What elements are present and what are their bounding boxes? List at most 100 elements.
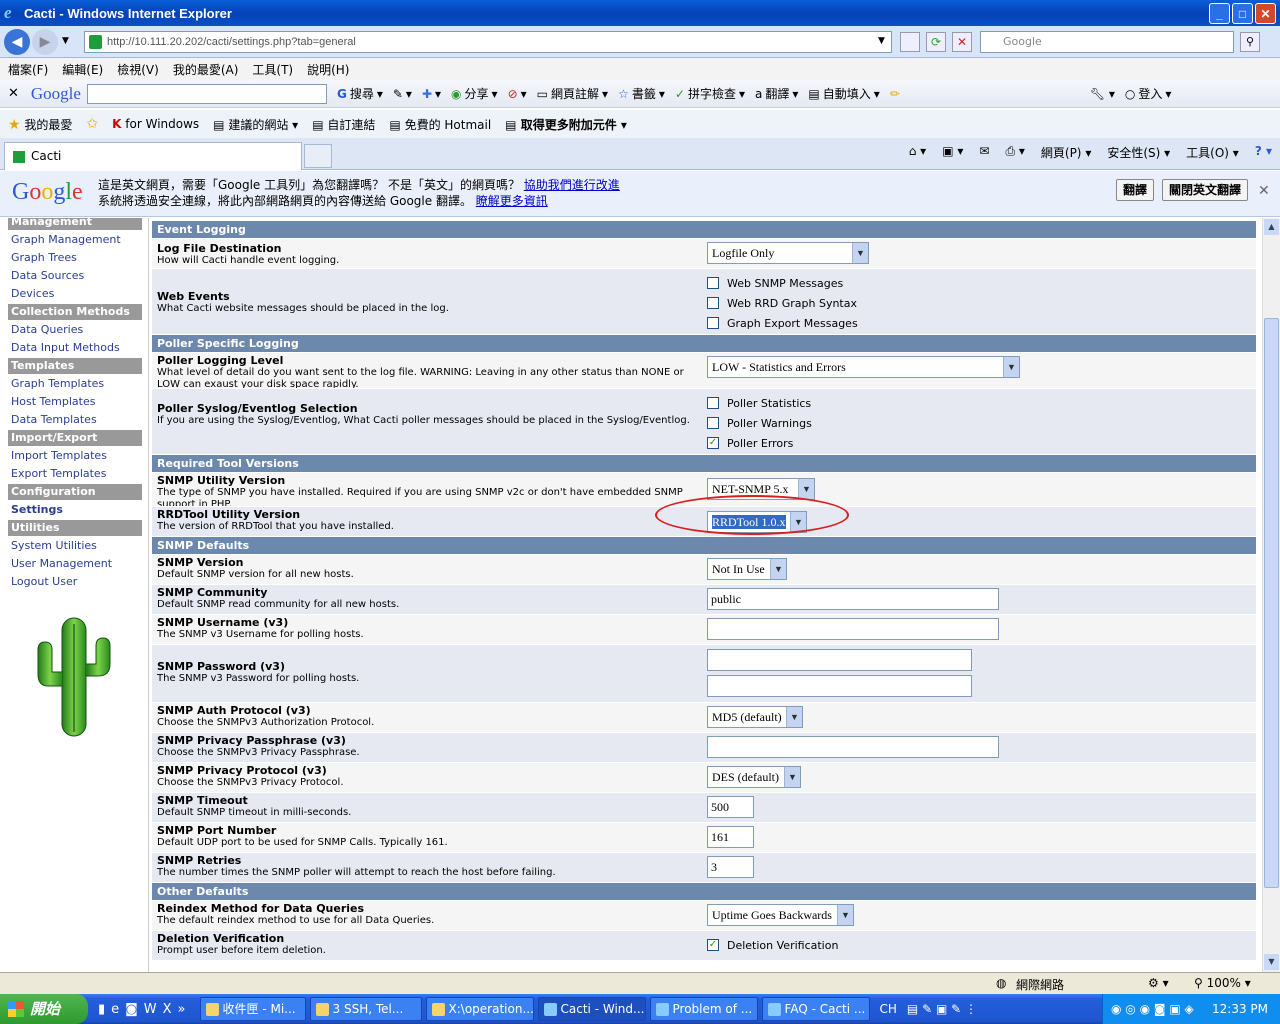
web-rrd-checkbox[interactable]: Web RRD Graph Syntax (707, 293, 858, 313)
web-snmp-checkbox[interactable]: Web SNMP Messages (707, 273, 858, 293)
scroll-thumb[interactable] (1264, 318, 1279, 888)
sidebar-item-export-templates[interactable]: Export Templates (8, 466, 142, 484)
snmp-auth-select[interactable]: MD5 (default) ▼ (707, 706, 803, 728)
snmp-retries-input[interactable]: 3 (707, 856, 754, 878)
quick-launch-word-icon[interactable]: W (144, 1002, 157, 1017)
sidebar-item-data-sources[interactable]: Data Sources (8, 268, 142, 286)
toolbar-news-button[interactable]: ✎ ▾ (393, 87, 412, 101)
print-icon[interactable]: ⎙ ▾ (1005, 144, 1024, 161)
task-inbox[interactable]: 收件匣 - Mi... (199, 997, 306, 1021)
url-input[interactable]: http://10.111.20.202/cacti/settings.php?… (84, 31, 892, 53)
sidebar-item-system-utilities[interactable]: System Utilities (8, 538, 142, 556)
search-input[interactable]: Google (980, 31, 1234, 53)
task-cacti[interactable]: Cacti - Wind... (537, 997, 646, 1021)
history-dropdown-icon[interactable]: ▼ (62, 36, 69, 46)
feeds-icon[interactable]: ▣ ▾ (942, 144, 963, 161)
sidebar-item-import-templates[interactable]: Import Templates (8, 448, 142, 466)
poller-warnings-checkbox[interactable]: Poller Warnings (707, 413, 812, 433)
quick-launch-desktop-icon[interactable]: ▮ (98, 1002, 105, 1017)
google-toolbar-search-input[interactable] (86, 83, 327, 104)
fav-custom-links[interactable]: ▤ 自訂連結 (312, 116, 375, 133)
settings-wrench-icon[interactable]: 🔧︎ ▾ (1090, 87, 1115, 101)
graph-export-checkbox[interactable]: Graph Export Messages (707, 313, 858, 333)
snmp-priv-pass-input[interactable] (707, 736, 999, 758)
snmp-priv-proto-select[interactable]: DES (default) ▼ (707, 766, 801, 788)
compat-view-icon[interactable] (900, 32, 920, 52)
poller-errors-checkbox[interactable]: ✓ Poller Errors (707, 433, 812, 453)
sidebar-item-graph-trees[interactable]: Graph Trees (8, 250, 142, 268)
stop-icon[interactable]: ✕ (952, 32, 972, 52)
quick-launch-excel-icon[interactable]: X (163, 1002, 172, 1017)
task-faq[interactable]: FAQ - Cacti ... (761, 997, 870, 1021)
toolbar-spellcheck-button[interactable]: ✓ 拼字檢查 ▾ (675, 85, 745, 102)
fav-suggested-sites[interactable]: ▤ 建議的網站 ▾ (213, 116, 298, 133)
start-button[interactable]: 開始 (0, 994, 88, 1024)
cmd-safety[interactable]: 安全性(S) ▾ (1107, 144, 1170, 161)
sidebar-item-settings[interactable]: Settings (8, 502, 142, 520)
tray-icons[interactable]: ◉ ◎ ◉ ◙ ▣ ◈ (1111, 994, 1194, 1024)
snmp-username-input[interactable] (707, 618, 999, 640)
language-indicator[interactable]: CH (880, 1002, 897, 1016)
toolbar-bookmarks-button[interactable]: ☆ 書籤 ▾ (618, 85, 665, 102)
snmp-community-input[interactable]: public (707, 588, 999, 610)
menu-tools[interactable]: 工具(T) (252, 61, 293, 78)
snmp-password-input[interactable] (707, 649, 972, 671)
menu-favorites[interactable]: 我的最愛(A) (173, 61, 239, 78)
sidebar-item-user-management[interactable]: User Management (8, 556, 142, 574)
mail-icon[interactable]: ✉ (979, 144, 989, 161)
protected-mode-icon[interactable]: ⚙ ▾ (1148, 976, 1169, 990)
toolbar-notes-button[interactable]: ▭ 網頁註解 ▾ (537, 85, 608, 102)
ime-icons[interactable]: ▤ ✎ ▣ ✎ ⋮ (907, 1002, 977, 1016)
learn-more-link[interactable]: 瞭解更多資訊 (476, 194, 548, 208)
cmd-page[interactable]: 網頁(P) ▾ (1041, 144, 1091, 161)
quick-launch-ie-icon[interactable]: e (111, 1002, 119, 1017)
reindex-select[interactable]: Uptime Goes Backwards ▼ (707, 904, 854, 926)
help-icon[interactable]: ? ▾ (1255, 144, 1272, 161)
sidebar-item-graph-templates[interactable]: Graph Templates (8, 376, 142, 394)
close-button[interactable]: ✕ (1255, 3, 1276, 24)
sidebar-item-data-templates[interactable]: Data Templates (8, 412, 142, 430)
toolbar-translate-button[interactable]: a 翻譯 ▾ (755, 85, 798, 102)
vertical-scrollbar[interactable]: ▲ ▼ (1262, 218, 1280, 972)
sidebar-item-data-input[interactable]: Data Input Methods (8, 340, 142, 358)
snmp-timeout-input[interactable]: 500 (707, 796, 754, 818)
zoom-control[interactable]: ⚲ 100% ▾ (1194, 976, 1251, 990)
url-dropdown-icon[interactable]: ▼ (878, 36, 885, 46)
search-icon[interactable]: ⚲ (1240, 32, 1260, 52)
task-explorer[interactable]: X:\operation... (425, 997, 534, 1021)
toolbar-close-icon[interactable]: ✕ (8, 86, 19, 101)
toolbar-search-button[interactable]: G 搜尋 ▾ (337, 85, 383, 102)
menu-help[interactable]: 說明(H) (307, 61, 349, 78)
add-favorite-icon[interactable]: ✩ (86, 116, 98, 132)
close-translate-button[interactable]: 關閉英文翻譯 (1162, 179, 1249, 201)
minimize-button[interactable]: _ (1209, 3, 1230, 24)
scroll-up-icon[interactable]: ▲ (1264, 219, 1279, 235)
home-icon[interactable]: ⌂ ▾ (909, 144, 926, 161)
poller-level-select[interactable]: LOW - Statistics and Errors ▼ (707, 356, 1020, 378)
toolbar-popup-button[interactable]: ⊘ ▾ (508, 87, 527, 101)
quick-launch-more-icon[interactable]: » (178, 1002, 186, 1017)
fav-addons[interactable]: ▤ 取得更多附加元件 ▾ (505, 116, 627, 133)
sidebar-item-devices[interactable]: Devices (8, 286, 142, 304)
tab-cacti[interactable]: Cacti (4, 142, 302, 170)
toolbar-plus-button[interactable]: ✚ ▾ (422, 87, 441, 101)
menu-edit[interactable]: 編輯(E) (62, 61, 103, 78)
sidebar-item-host-templates[interactable]: Host Templates (8, 394, 142, 412)
sidebar-item-logout[interactable]: Logout User (8, 574, 142, 592)
new-tab-button[interactable] (304, 144, 332, 168)
task-problem[interactable]: Problem of ... (649, 997, 758, 1021)
log-destination-select[interactable]: Logfile Only ▼ (707, 242, 869, 264)
sidebar-item-data-queries[interactable]: Data Queries (8, 322, 142, 340)
menu-file[interactable]: 檔案(F) (8, 61, 48, 78)
translate-button[interactable]: 翻譯 (1116, 179, 1155, 201)
snmp-port-input[interactable]: 161 (707, 826, 754, 848)
snmp-version-select[interactable]: Not In Use ▼ (707, 558, 787, 580)
toolbar-autofill-button[interactable]: ▤ 自動填入 ▾ (808, 85, 879, 102)
fav-hotmail[interactable]: ▤ 免費的 Hotmail (389, 116, 491, 133)
refresh-icon[interactable]: ⟳ (926, 32, 946, 52)
snmp-password-confirm-input[interactable] (707, 675, 972, 697)
cmd-tools[interactable]: 工具(O) ▾ (1186, 144, 1239, 161)
toolbar-share-button[interactable]: ◉ 分享 ▾ (451, 85, 498, 102)
highlight-icon[interactable]: ✏ (890, 87, 900, 101)
maximize-button[interactable]: □ (1232, 3, 1253, 24)
